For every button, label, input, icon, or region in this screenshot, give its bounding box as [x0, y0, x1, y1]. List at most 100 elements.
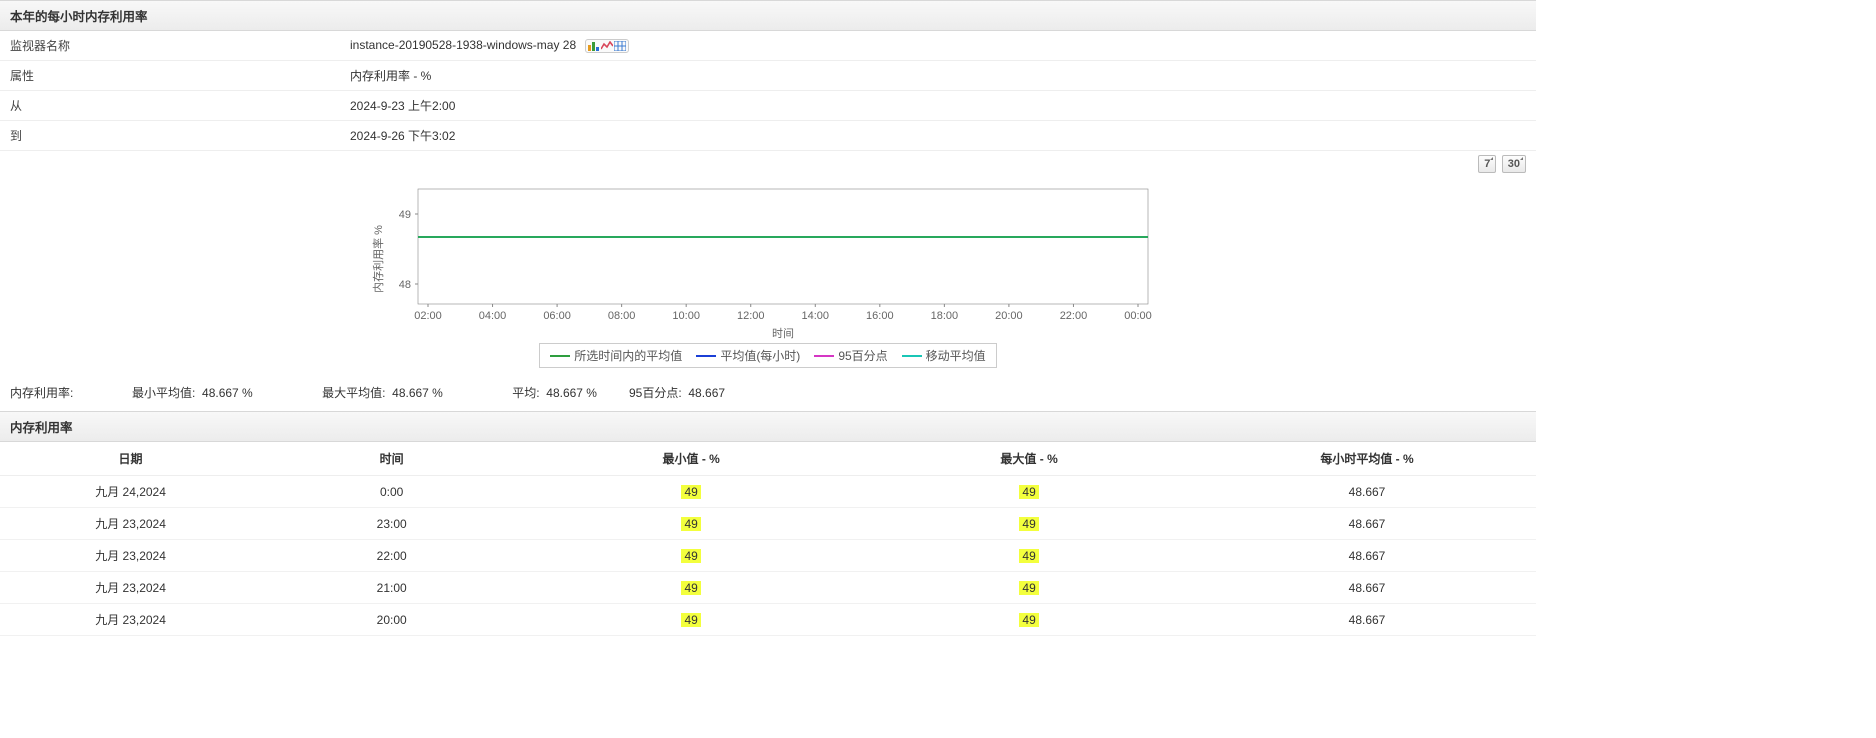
cell-date: 九月 23,2024 — [0, 508, 261, 540]
cell-date: 九月 23,2024 — [0, 540, 261, 572]
cell-min: 49 — [522, 540, 860, 572]
info-table: 监视器名称 instance-20190528-1938-windows-may… — [0, 31, 1536, 151]
col-time[interactable]: 时间 — [261, 442, 522, 476]
chart-legend: 所选时间内的平均值 平均值(每小时) 95百分点 移动平均值 — [539, 343, 996, 368]
x-tick-label: 08:00 — [608, 310, 636, 322]
line-chart-icon[interactable] — [601, 41, 613, 51]
legend-label: 所选时间内的平均值 — [574, 347, 682, 364]
section-header-hourly: 本年的每小时内存利用率 — [0, 0, 1536, 31]
section-header-data: 内存利用率 — [0, 411, 1536, 442]
legend-label: 平均值(每小时) — [720, 347, 800, 364]
cell-min: 49 — [522, 604, 860, 636]
cell-time: 22:00 — [261, 540, 522, 572]
report-panel: 本年的每小时内存利用率 监视器名称 instance-20190528-1938… — [0, 0, 1536, 636]
y-tick-label: 48 — [399, 279, 411, 291]
x-ticks: 02:00 04:00 06:00 08:00 10:00 12:00 14:00 16:00… — [414, 304, 1152, 322]
cell-max: 49 — [860, 508, 1198, 540]
monitor-action-icons — [585, 39, 629, 53]
summary-stats: 内存利用率: 最小平均值: 48.667 % 最大平均值: 48.667 % 平… — [0, 378, 1536, 411]
stats-value: 48.667 — [688, 386, 725, 400]
cell-max: 49 — [860, 572, 1198, 604]
stats-label: 最大平均值: — [322, 386, 385, 400]
x-axis-label: 时间 — [772, 327, 794, 339]
x-tick-label: 10:00 — [672, 310, 700, 322]
y-tick-label: 49 — [399, 209, 411, 221]
table-row: 九月 23,202420:00494948.667 — [0, 604, 1536, 636]
table-row: 九月 23,202422:00494948.667 — [0, 540, 1536, 572]
x-tick-label: 04:00 — [479, 310, 507, 322]
table-row: 九月 24,20240:00494948.667 — [0, 476, 1536, 508]
info-value: instance-20190528-1938-windows-may 28 — [340, 31, 1536, 61]
cell-max: 49 — [860, 540, 1198, 572]
monitor-name-link[interactable]: instance-20190528-1938-windows-may 28 — [350, 38, 576, 52]
x-tick-label: 16:00 — [866, 310, 894, 322]
cell-max: 49 — [860, 476, 1198, 508]
cell-min: 49 — [522, 508, 860, 540]
x-tick-label: 20:00 — [995, 310, 1023, 322]
stats-value: 48.667 % — [202, 386, 253, 400]
x-tick-label: 12:00 — [737, 310, 765, 322]
col-max[interactable]: 最大值 - % — [860, 442, 1198, 476]
legend-label: 移动平均值 — [926, 347, 986, 364]
chart-container: 内存利用率 % 48 49 02:00 04:00 06:00 08:00 10:00 1… — [0, 175, 1536, 378]
bar-chart-icon[interactable] — [588, 41, 600, 51]
info-value: 内存利用率 - % — [340, 61, 1536, 91]
cell-date: 九月 24,2024 — [0, 476, 261, 508]
x-tick-label: 02:00 — [414, 310, 442, 322]
table-header-row: 日期 时间 最小值 - % 最大值 - % 每小时平均值 - % — [0, 442, 1536, 476]
cell-time: 23:00 — [261, 508, 522, 540]
info-label: 到 — [0, 121, 340, 151]
legend-item: 95百分点 — [814, 347, 887, 364]
cell-avg: 48.667 — [1198, 604, 1536, 636]
info-row-to: 到 2024-9-26 下午3:02 — [0, 121, 1536, 151]
legend-item: 移动平均值 — [902, 347, 986, 364]
cell-time: 21:00 — [261, 572, 522, 604]
col-avg[interactable]: 每小时平均值 - % — [1198, 442, 1536, 476]
col-date[interactable]: 日期 — [0, 442, 261, 476]
range-7-button[interactable]: 7 — [1478, 155, 1496, 173]
info-label: 监视器名称 — [0, 31, 340, 61]
x-tick-label: 22:00 — [1060, 310, 1088, 322]
stats-value: 48.667 % — [546, 386, 597, 400]
cell-date: 九月 23,2024 — [0, 604, 261, 636]
info-row-from: 从 2024-9-23 上午2:00 — [0, 91, 1536, 121]
cell-avg: 48.667 — [1198, 476, 1536, 508]
table-row: 九月 23,202421:00494948.667 — [0, 572, 1536, 604]
cell-time: 20:00 — [261, 604, 522, 636]
cell-avg: 48.667 — [1198, 572, 1536, 604]
info-row-monitor: 监视器名称 instance-20190528-1938-windows-may… — [0, 31, 1536, 61]
info-label: 从 — [0, 91, 340, 121]
cell-avg: 48.667 — [1198, 508, 1536, 540]
cell-max: 49 — [860, 604, 1198, 636]
legend-label: 95百分点 — [838, 347, 887, 364]
info-row-attr: 属性 内存利用率 - % — [0, 61, 1536, 91]
cell-min: 49 — [522, 476, 860, 508]
legend-item: 所选时间内的平均值 — [550, 347, 682, 364]
data-table: 日期 时间 最小值 - % 最大值 - % 每小时平均值 - % 九月 24,2… — [0, 442, 1536, 636]
grid-chart-icon[interactable] — [614, 41, 626, 51]
memory-utilization-chart: 内存利用率 % 48 49 02:00 04:00 06:00 08:00 10:00 1… — [368, 179, 1168, 339]
info-label: 属性 — [0, 61, 340, 91]
stats-label: 平均: — [512, 386, 539, 400]
cell-avg: 48.667 — [1198, 540, 1536, 572]
range-30-button[interactable]: 30 — [1502, 155, 1526, 173]
stats-metric-name: 内存利用率: — [10, 384, 100, 401]
cell-date: 九月 23,2024 — [0, 572, 261, 604]
info-value: 2024-9-23 上午2:00 — [340, 91, 1536, 121]
stats-label: 95百分点: — [629, 386, 682, 400]
table-row: 九月 23,202423:00494948.667 — [0, 508, 1536, 540]
cell-time: 0:00 — [261, 476, 522, 508]
stats-label: 最小平均值: — [132, 386, 195, 400]
col-min[interactable]: 最小值 - % — [522, 442, 860, 476]
cell-min: 49 — [522, 572, 860, 604]
x-tick-label: 14:00 — [802, 310, 830, 322]
info-value: 2024-9-26 下午3:02 — [340, 121, 1536, 151]
stats-value: 48.667 % — [392, 386, 443, 400]
x-tick-label: 00:00 — [1124, 310, 1152, 322]
x-tick-label: 06:00 — [543, 310, 571, 322]
data-table-body: 九月 24,20240:00494948.667九月 23,202423:004… — [0, 476, 1536, 636]
legend-item: 平均值(每小时) — [696, 347, 800, 364]
x-tick-label: 18:00 — [931, 310, 959, 322]
y-axis-label: 内存利用率 % — [371, 225, 385, 293]
range-buttons: 7 30 — [0, 151, 1536, 175]
